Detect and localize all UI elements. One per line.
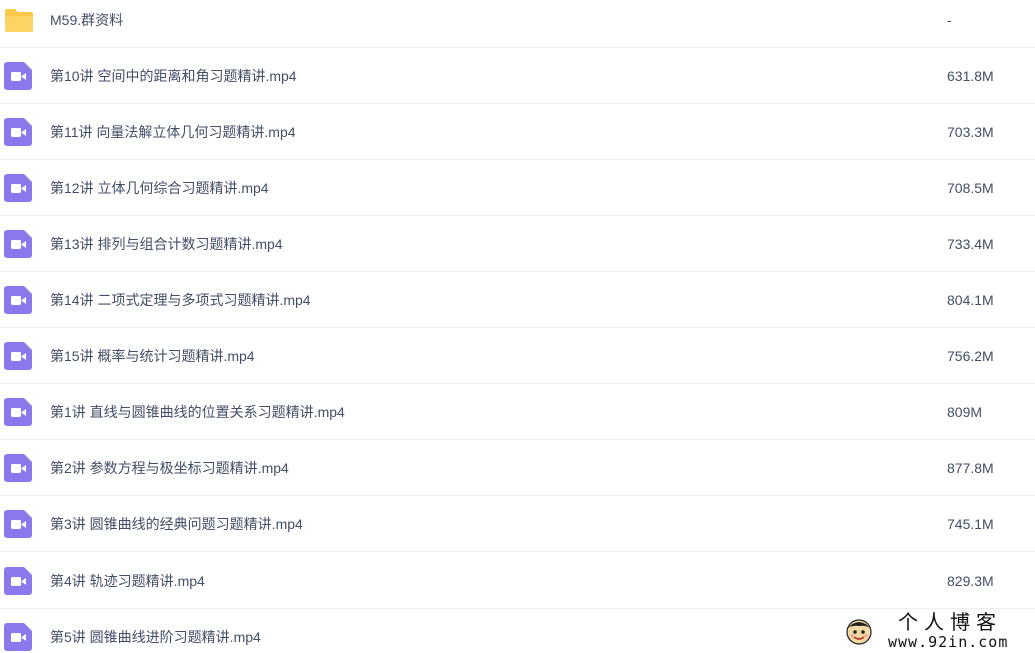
folder-icon (4, 6, 33, 34)
file-size: 708.5M (947, 180, 994, 196)
file-size: 703.3M (947, 124, 994, 140)
file-name: 第3讲 圆锥曲线的经典问题习题精讲.mp4 (50, 516, 303, 532)
video-file-icon (4, 342, 32, 370)
file-size: 804.1M (947, 292, 994, 308)
file-row[interactable]: 第1讲 直线与圆锥曲线的位置关系习题精讲.mp4 809M (0, 384, 1035, 440)
file-name: 第14讲 二项式定理与多项式习题精讲.mp4 (50, 292, 311, 308)
file-size: 809M (947, 404, 983, 420)
file-name: 第10讲 空间中的距离和角习题精讲.mp4 (50, 68, 297, 84)
watermark-url: www.92in.com (888, 633, 1009, 651)
video-file-icon (4, 398, 32, 426)
file-size: - (947, 12, 952, 28)
file-row[interactable]: 第4讲 轨迹习题精讲.mp4 829.3M (0, 553, 1035, 609)
file-name: 第11讲 向量法解立体几何习题精讲.mp4 (50, 124, 296, 140)
video-file-icon (4, 567, 32, 595)
file-size: 829.3M (947, 573, 994, 589)
file-name: 第12讲 立体几何综合习题精讲.mp4 (50, 180, 269, 196)
file-row[interactable]: 第12讲 立体几何综合习题精讲.mp4 708.5M (0, 160, 1035, 216)
file-row[interactable]: 第15讲 概率与统计习题精讲.mp4 756.2M (0, 328, 1035, 384)
file-row[interactable]: 第10讲 空间中的距离和角习题精讲.mp4 631.8M (0, 48, 1035, 104)
file-size: 631.8M (947, 68, 994, 84)
file-row[interactable]: 第14讲 二项式定理与多项式习题精讲.mp4 804.1M (0, 272, 1035, 328)
file-row[interactable]: 第13讲 排列与组合计数习题精讲.mp4 733.4M (0, 216, 1035, 272)
file-row[interactable]: 第11讲 向量法解立体几何习题精讲.mp4 703.3M (0, 104, 1035, 160)
file-row[interactable]: 第2讲 参数方程与极坐标习题精讲.mp4 877.8M (0, 440, 1035, 496)
file-name: 第13讲 排列与组合计数习题精讲.mp4 (50, 236, 283, 252)
file-row-folder[interactable]: M59.群资料 - (0, 0, 1035, 48)
video-file-icon (4, 623, 32, 651)
file-size: 756.2M (947, 348, 994, 364)
file-row[interactable]: 第3讲 圆锥曲线的经典问题习题精讲.mp4 745.1M (0, 496, 1035, 552)
video-file-icon (4, 62, 32, 90)
video-file-icon (4, 230, 32, 258)
video-file-icon (4, 454, 32, 482)
file-size: 745.1M (947, 516, 994, 532)
watermark: 个人博客 www.92in.com (836, 610, 1035, 653)
video-file-icon (4, 286, 32, 314)
file-name: 第15讲 概率与统计习题精讲.mp4 (50, 348, 255, 364)
file-name: 第2讲 参数方程与极坐标习题精讲.mp4 (50, 460, 289, 476)
file-list: M59.群资料 - 第10讲 空间中的距离和角习题精讲.mp4 631.8M 第… (0, 0, 1035, 653)
video-file-icon (4, 510, 32, 538)
video-file-icon (4, 174, 32, 202)
file-name: 第4讲 轨迹习题精讲.mp4 (50, 573, 205, 589)
file-name: 第5讲 圆锥曲线进阶习题精讲.mp4 (50, 629, 261, 645)
file-size: 877.8M (947, 460, 994, 476)
watermark-title: 个人博客 (898, 610, 1002, 634)
video-file-icon (4, 118, 32, 146)
file-name: M59.群资料 (50, 12, 124, 28)
file-size: 733.4M (947, 236, 994, 252)
file-name: 第1讲 直线与圆锥曲线的位置关系习题精讲.mp4 (50, 404, 345, 420)
cartoon-avatar-icon (844, 616, 874, 646)
